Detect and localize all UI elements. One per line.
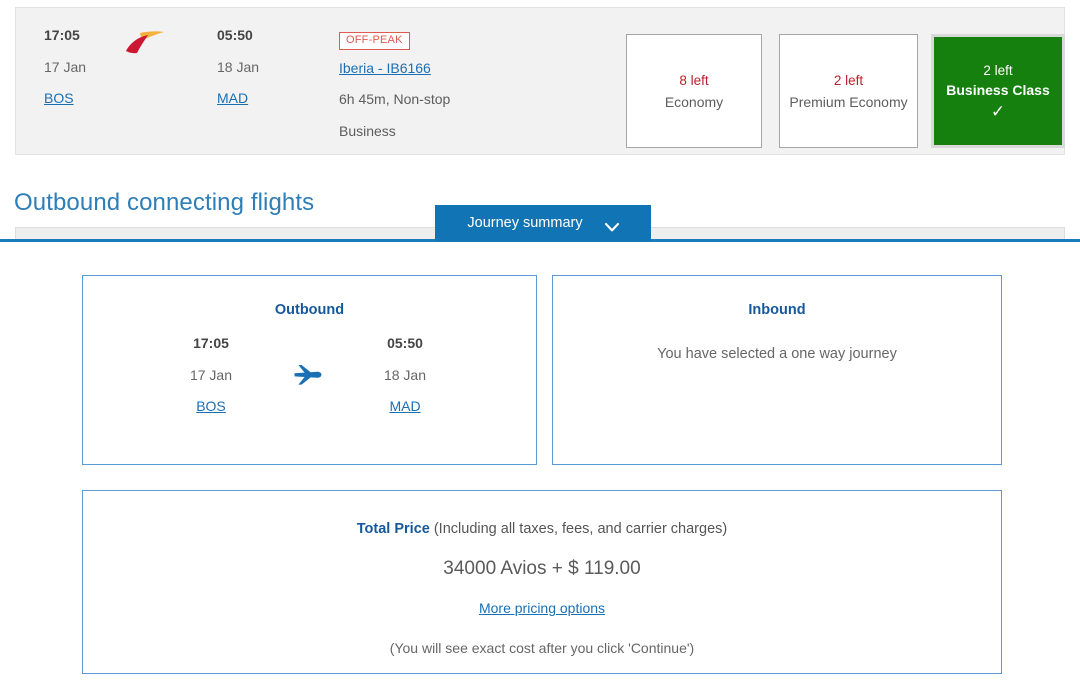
inbound-panel-title: Inbound	[748, 302, 806, 318]
flight-detail-block: OFF-PEAK Iberia - IB6166 6h 45m, Non-sto…	[339, 30, 589, 138]
cabin-option-business-class[interactable]: 2 left Business Class ✓	[931, 34, 1065, 148]
arrival-airport-link[interactable]: MAD	[217, 91, 248, 105]
journey-summary-tab[interactable]: Journey summary	[435, 205, 651, 241]
summary-departure-block: 17:05 17 Jan BOS	[151, 336, 271, 416]
outbound-summary-panel: Outbound 17:05 17 Jan BOS 05:50 18 Jan M…	[82, 275, 537, 465]
total-price-panel: Total Price (Including all taxes, fees, …	[82, 490, 1002, 674]
summary-arrival-block: 05:50 18 Jan MAD	[345, 336, 465, 416]
off-peak-badge: OFF-PEAK	[339, 32, 410, 50]
departure-date: 17 Jan	[44, 59, 87, 75]
summary-departure-time: 17:05	[193, 335, 229, 351]
cabin-name: Economy	[664, 93, 724, 110]
cabin-option-economy[interactable]: 8 left Economy	[626, 34, 762, 148]
flight-arrival-block: 05:50 18 Jan MAD	[217, 28, 259, 108]
cabin-name: Business Class	[946, 81, 1050, 98]
summary-arrival-time: 05:50	[387, 335, 423, 351]
airplane-icon	[293, 361, 323, 389]
inbound-summary-panel: Inbound You have selected a one way jour…	[552, 275, 1002, 465]
journey-summary-label: Journey summary	[467, 215, 583, 231]
cabin-class-options: 8 left Economy 2 left Premium Economy 2 …	[611, 34, 1065, 150]
departure-time: 17:05	[44, 27, 80, 43]
cabin-option-premium-economy[interactable]: 2 left Premium Economy	[779, 34, 918, 148]
summary-arrival-airport-link[interactable]: MAD	[389, 399, 420, 413]
outbound-leg-row: 17:05 17 Jan BOS 05:50 18 Jan MAD	[83, 336, 536, 446]
total-price-note: (You will see exact cost after you click…	[389, 640, 695, 656]
arrival-date: 18 Jan	[217, 59, 260, 75]
cabin-name: Premium Economy	[789, 93, 908, 110]
flight-cabin-label: Business	[339, 123, 396, 139]
page-title: Outbound connecting flights	[14, 189, 315, 216]
carrier-flight-number-link[interactable]: Iberia - IB6166	[339, 61, 589, 75]
more-pricing-options-link[interactable]: More pricing options	[83, 600, 1001, 616]
chevron-down-icon	[604, 219, 619, 231]
cabin-seats-remaining: 2 left	[983, 62, 1013, 78]
outbound-panel-title: Outbound	[274, 302, 345, 318]
summary-arrival-date: 18 Jan	[383, 367, 427, 383]
departure-airport-link[interactable]: BOS	[44, 91, 74, 105]
total-price-amount: 34000 Avios + $ 119.00	[443, 558, 641, 579]
flight-result-card: 17:05 17 Jan BOS 05:50 18 Jan MAD OFF-PE…	[15, 7, 1065, 155]
summary-departure-airport-link[interactable]: BOS	[196, 399, 226, 413]
inbound-message: You have selected a one way journey	[657, 346, 897, 362]
flight-duration: 6h 45m, Non-stop	[339, 91, 451, 107]
iberia-logo-icon	[124, 30, 166, 56]
cabin-seats-remaining: 2 left	[833, 72, 864, 88]
total-price-label: Total Price (Including all taxes, fees, …	[83, 521, 1001, 538]
flight-departure-block: 17:05 17 Jan BOS	[44, 28, 86, 108]
total-price-strong-label: Total Price	[356, 521, 430, 537]
total-price-sub-label: (Including all taxes, fees, and carrier …	[429, 521, 728, 537]
cabin-seats-remaining: 8 left	[679, 72, 709, 88]
arrival-time: 05:50	[217, 27, 253, 43]
summary-departure-date: 17 Jan	[189, 367, 233, 383]
check-icon: ✓	[990, 101, 1006, 121]
